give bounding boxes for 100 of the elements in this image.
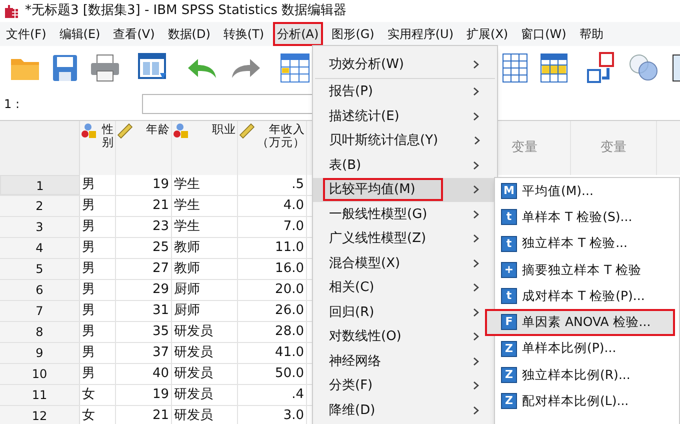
procedure-icon: Z xyxy=(501,340,517,357)
menu-item[interactable]: 分类(F) xyxy=(313,374,497,398)
menu-item[interactable]: Z 独立样本比例(R)... xyxy=(495,362,679,388)
table-cell: 男 xyxy=(80,364,116,384)
table-cell: 研发员 xyxy=(172,322,238,342)
save-icon[interactable] xyxy=(52,54,78,82)
table-icon[interactable] xyxy=(540,53,568,83)
row-number[interactable]: 11 xyxy=(0,385,80,405)
table-cell: 男 xyxy=(80,322,116,342)
chevron-right-icon xyxy=(473,185,479,194)
redo-icon[interactable] xyxy=(230,56,262,80)
menu-item[interactable]: 报告(P) xyxy=(313,80,497,104)
column-label: 年龄 xyxy=(145,123,170,136)
procedure-icon: t xyxy=(501,209,517,226)
menu-item[interactable]: F 单因素 ANOVA 检验... xyxy=(485,309,675,336)
table-icon[interactable] xyxy=(280,53,310,83)
table-cell: 学生 xyxy=(172,196,238,216)
menu-item[interactable]: 贝叶斯统计信息(Y) xyxy=(313,128,497,153)
column-header[interactable]: 年龄 xyxy=(116,121,172,175)
table-cell: 厨师 xyxy=(172,301,238,321)
procedure-icon: M xyxy=(501,183,517,200)
row-number[interactable]: 2 xyxy=(0,196,80,216)
menu-item[interactable]: 图形(G) xyxy=(328,22,378,46)
menu-item[interactable]: + 摘要独立样本 T 检验 xyxy=(495,256,679,283)
menu-item[interactable]: 神经网络 xyxy=(313,349,497,374)
chevron-right-icon xyxy=(473,381,479,390)
menu-item[interactable]: 一般线性模型(G) xyxy=(313,202,497,226)
column-header[interactable]: 性别 xyxy=(80,121,116,175)
menu-item[interactable]: 文件(F) xyxy=(2,22,50,46)
table-cell: 研发员 xyxy=(172,406,238,424)
table-cell: 女 xyxy=(80,385,116,405)
grid-icon[interactable] xyxy=(502,53,528,83)
menu-item[interactable]: 窗口(W) xyxy=(517,22,570,46)
menu-item[interactable]: 比较平均值(M) xyxy=(313,178,497,202)
row-number[interactable]: 7 xyxy=(0,301,80,321)
table-cell: 19 xyxy=(116,175,172,195)
nominal-measure-icon xyxy=(81,123,97,139)
row-number[interactable]: 10 xyxy=(0,364,80,384)
menu-item[interactable]: 相关(C) xyxy=(313,276,497,300)
column-header[interactable]: 年收入（万元） xyxy=(238,121,307,175)
table-cell: 27 xyxy=(116,259,172,279)
menu-item-label: 成对样本 T 检验(P)... xyxy=(522,286,645,305)
menu-item[interactable]: t 成对样本 T 检验(P)... xyxy=(495,283,679,310)
table-cell: 21 xyxy=(116,406,172,424)
menu-item[interactable]: 分析(A) xyxy=(273,22,323,46)
column-label: 职业 xyxy=(211,123,236,136)
menu-item[interactable]: Z 配对样本比例(L)... xyxy=(495,388,679,414)
table-cell: 女 xyxy=(80,406,116,424)
menu-item[interactable]: M 平均值(M)... xyxy=(495,178,679,204)
row-number[interactable]: 12 xyxy=(0,406,80,424)
table-cell: 25 xyxy=(116,238,172,258)
overlapping-circles-icon[interactable] xyxy=(628,53,660,83)
table-cell: 教师 xyxy=(172,238,238,258)
row-number[interactable]: 8 xyxy=(0,322,80,342)
menu-item[interactable]: 描述统计(E) xyxy=(313,104,497,128)
value-labels-icon[interactable] xyxy=(586,52,616,84)
table-cell: 男 xyxy=(80,175,116,195)
chevron-right-icon xyxy=(473,234,479,244)
table-cell: 31 xyxy=(116,301,172,321)
nominal-measure-icon xyxy=(173,123,189,139)
menu-item[interactable]: 帮助 xyxy=(575,22,608,46)
menu-item[interactable]: 数据(D) xyxy=(164,22,214,46)
chevron-right-icon xyxy=(473,112,479,121)
menu-item[interactable]: 混合模型(X) xyxy=(313,251,497,276)
column-header[interactable]: 职业 xyxy=(172,121,238,175)
menu-item[interactable]: 降维(D) xyxy=(313,398,497,422)
menu-item-label: 摘要独立样本 T 检验 xyxy=(522,260,642,278)
chevron-right-icon xyxy=(473,356,479,366)
menu-item-label: 表(B) xyxy=(328,156,362,175)
printer-icon[interactable] xyxy=(90,54,120,82)
undo-icon[interactable] xyxy=(186,56,218,80)
row-number[interactable]: 9 xyxy=(0,343,80,363)
menu-item[interactable]: 扩展(X) xyxy=(462,22,512,46)
menu-item-label: 单样本比例(P)... xyxy=(522,339,616,358)
menu-item[interactable]: 编辑(E) xyxy=(55,22,104,46)
chevron-right-icon xyxy=(473,210,479,219)
row-number[interactable]: 5 xyxy=(0,259,80,279)
row-number[interactable]: 3 xyxy=(0,217,80,237)
row-number[interactable]: 6 xyxy=(0,280,80,300)
menu-item-label: 独立样本比例(R)... xyxy=(522,366,630,384)
row-number[interactable]: 1 xyxy=(0,175,80,195)
chevron-right-icon xyxy=(473,406,479,415)
menu-item[interactable]: 查看(V) xyxy=(109,22,159,46)
menu-item[interactable]: 实用程序(U) xyxy=(383,22,458,46)
menu-item-label: 独立样本 T 检验... xyxy=(522,234,628,252)
cell-reference-label: 1 : xyxy=(3,96,20,113)
procedure-icon: F xyxy=(501,314,517,330)
menu-item[interactable]: t 单样本 T 检验(S)... xyxy=(495,204,679,230)
menu-item[interactable]: 功效分析(W) xyxy=(313,52,497,76)
menu-item[interactable]: 转换(T) xyxy=(219,22,268,46)
table-cell: 厨师 xyxy=(172,280,238,300)
menu-item[interactable]: Z 单样本比例(P)... xyxy=(495,336,679,362)
table-cell: 研发员 xyxy=(172,385,238,405)
menu-item-label: 混合模型(X) xyxy=(328,254,402,273)
menu-item[interactable]: 广义线性模型(Z) xyxy=(313,226,497,251)
menu-item[interactable]: t 独立样本 T 检验... xyxy=(495,230,679,257)
procedure-icon: Z xyxy=(501,393,517,410)
table-cell: 19 xyxy=(116,385,172,405)
menu-item[interactable]: 表(B) xyxy=(313,153,497,178)
row-number[interactable]: 4 xyxy=(0,238,80,258)
